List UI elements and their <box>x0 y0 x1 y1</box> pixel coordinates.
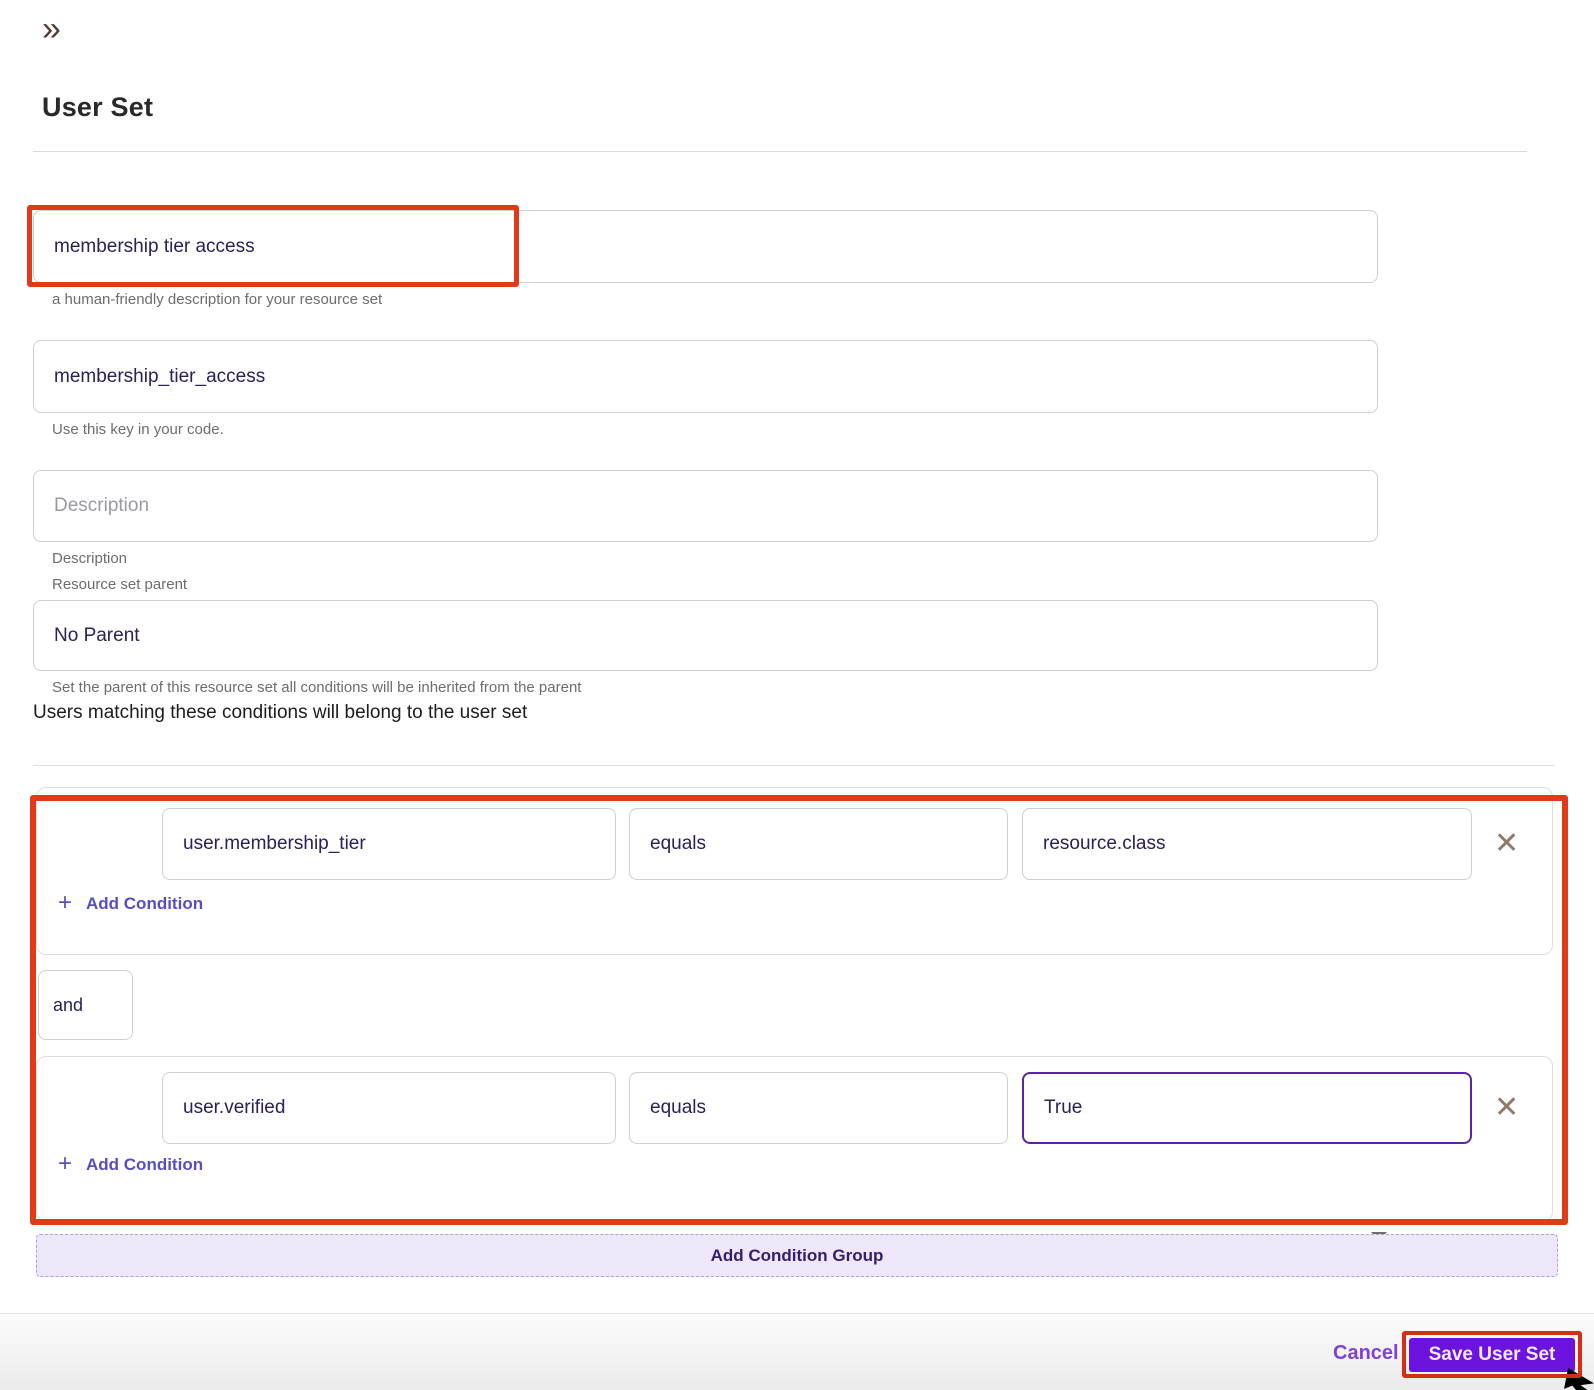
value-select-2-value: True <box>1044 1097 1083 1118</box>
key-input[interactable] <box>33 340 1378 413</box>
parent-helper: Set the parent of this resource set all … <box>52 679 582 696</box>
attribute-select-1[interactable]: user.membership_tier <box>162 808 616 880</box>
name-input[interactable] <box>33 210 1378 283</box>
combinator-select[interactable]: and <box>38 970 133 1040</box>
add-condition-2-label: Add Condition <box>86 1155 204 1174</box>
title-divider <box>33 151 1527 152</box>
parent-select[interactable]: No Parent <box>33 600 1387 1241</box>
name-helper: a human-friendly description for your re… <box>52 291 383 308</box>
operator-select-1-value: equals <box>650 833 706 854</box>
page-title: User Set <box>42 92 154 122</box>
operator-select-2-value: equals <box>650 1097 706 1118</box>
remove-condition-1-button[interactable]: ✕ <box>1494 829 1519 859</box>
add-condition-1-button[interactable]: + Add Condition <box>58 889 204 916</box>
conditions-divider <box>33 765 1555 766</box>
add-condition-2-button[interactable]: + Add Condition <box>58 1150 204 1177</box>
remove-condition-2-button[interactable]: ✕ <box>1494 1093 1519 1123</box>
attribute-select-2[interactable]: user.verified <box>162 1072 616 1144</box>
cancel-button[interactable]: Cancel <box>1333 1342 1399 1365</box>
attribute-select-1-value: user.membership_tier <box>183 833 366 854</box>
add-condition-1-label: Add Condition <box>86 894 204 913</box>
plus-icon: + <box>58 889 73 916</box>
user-set-page: » User Set a human-friendly description … <box>0 0 1594 1390</box>
add-condition-group-label: Add Condition Group <box>710 1245 884 1265</box>
operator-select-1[interactable]: equals <box>629 808 1008 880</box>
operator-select-2[interactable]: equals <box>629 1072 1008 1144</box>
combinator-value: and <box>53 994 84 1015</box>
parent-label: Resource set parent <box>52 576 188 593</box>
description-label: Description <box>52 550 128 567</box>
value-select-2[interactable]: True <box>1022 1072 1472 1144</box>
add-condition-group-button[interactable]: Add Condition Group <box>36 1234 1558 1277</box>
description-input[interactable] <box>33 470 1378 542</box>
plus-icon: + <box>58 1150 73 1177</box>
save-user-set-button[interactable]: Save User Set <box>1409 1338 1575 1372</box>
key-helper: Use this key in your code. <box>52 421 224 438</box>
attribute-select-2-value: user.verified <box>183 1097 286 1118</box>
parent-select-value: No Parent <box>54 624 140 646</box>
conditions-intro: Users matching these conditions will bel… <box>33 702 528 723</box>
value-input-1[interactable] <box>1022 808 1472 880</box>
collapse-sidebar-icon[interactable]: » <box>42 12 61 46</box>
